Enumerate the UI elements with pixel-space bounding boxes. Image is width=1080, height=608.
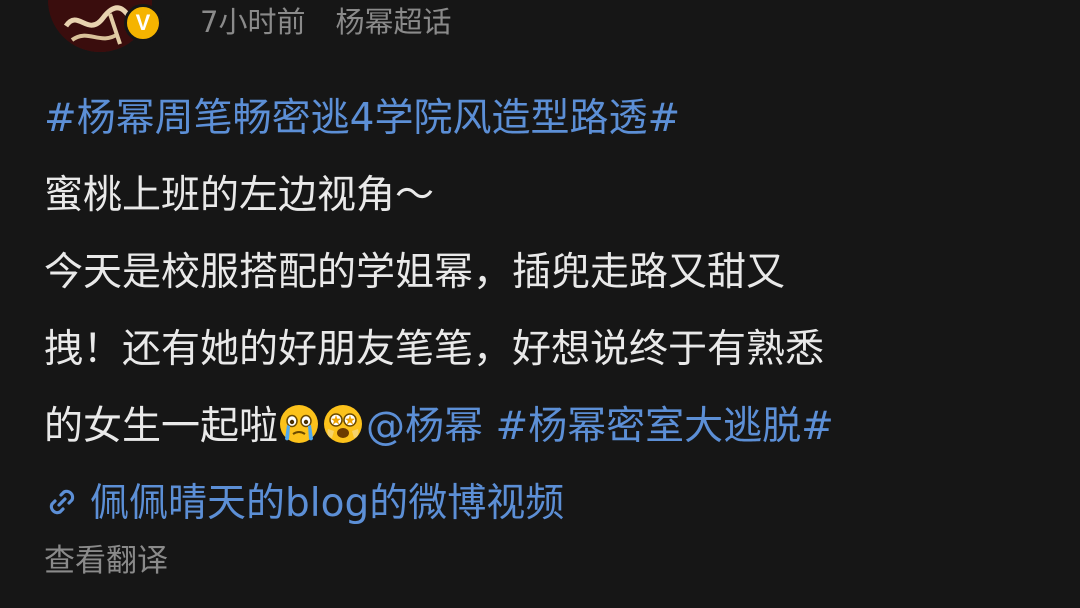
post-time: 7小时前 bbox=[200, 5, 306, 39]
post-body: #杨幂周笔畅密逃4学院风造型路透# 蜜桃上班的左边视角～ 今天是校服搭配的学姐幂… bbox=[44, 80, 1054, 542]
super-topic-link[interactable]: 杨幂超话 bbox=[335, 5, 451, 39]
post-text-line: 拽！还有她的好朋友笔笔，好想说终于有熟悉 bbox=[44, 327, 825, 372]
video-link-label: 佩佩晴天的blog的微博视频 bbox=[90, 481, 565, 526]
star-struck-face-emoji-icon bbox=[324, 405, 363, 443]
hashtag-title[interactable]: #杨幂周笔畅密逃4学院风造型路透# bbox=[44, 80, 1054, 157]
post-text-line: 今天是校服搭配的学姐幂，插兜走路又甜又 bbox=[44, 250, 786, 295]
hashtag-link[interactable]: #杨幂密室大逃脱# bbox=[495, 404, 833, 449]
post-text-segment: 的女生一起啦 bbox=[44, 404, 279, 449]
video-link[interactable]: 佩佩晴天的blog的微博视频 bbox=[44, 465, 1054, 542]
post-meta: 7小时前 杨幂超话 bbox=[200, 0, 451, 44]
translate-button[interactable]: 查看翻译 bbox=[44, 536, 168, 586]
crying-face-emoji-icon bbox=[280, 405, 319, 443]
user-mention-link[interactable]: @杨幂 bbox=[366, 404, 483, 449]
link-icon bbox=[49, 489, 75, 515]
post-text-line: 蜜桃上班的左边视角～ bbox=[44, 173, 435, 218]
verified-badge-icon: V bbox=[124, 4, 162, 42]
post-text-line-mixed: 的女生一起啦 @杨幂 #杨幂密室大逃脱# bbox=[44, 388, 1054, 465]
